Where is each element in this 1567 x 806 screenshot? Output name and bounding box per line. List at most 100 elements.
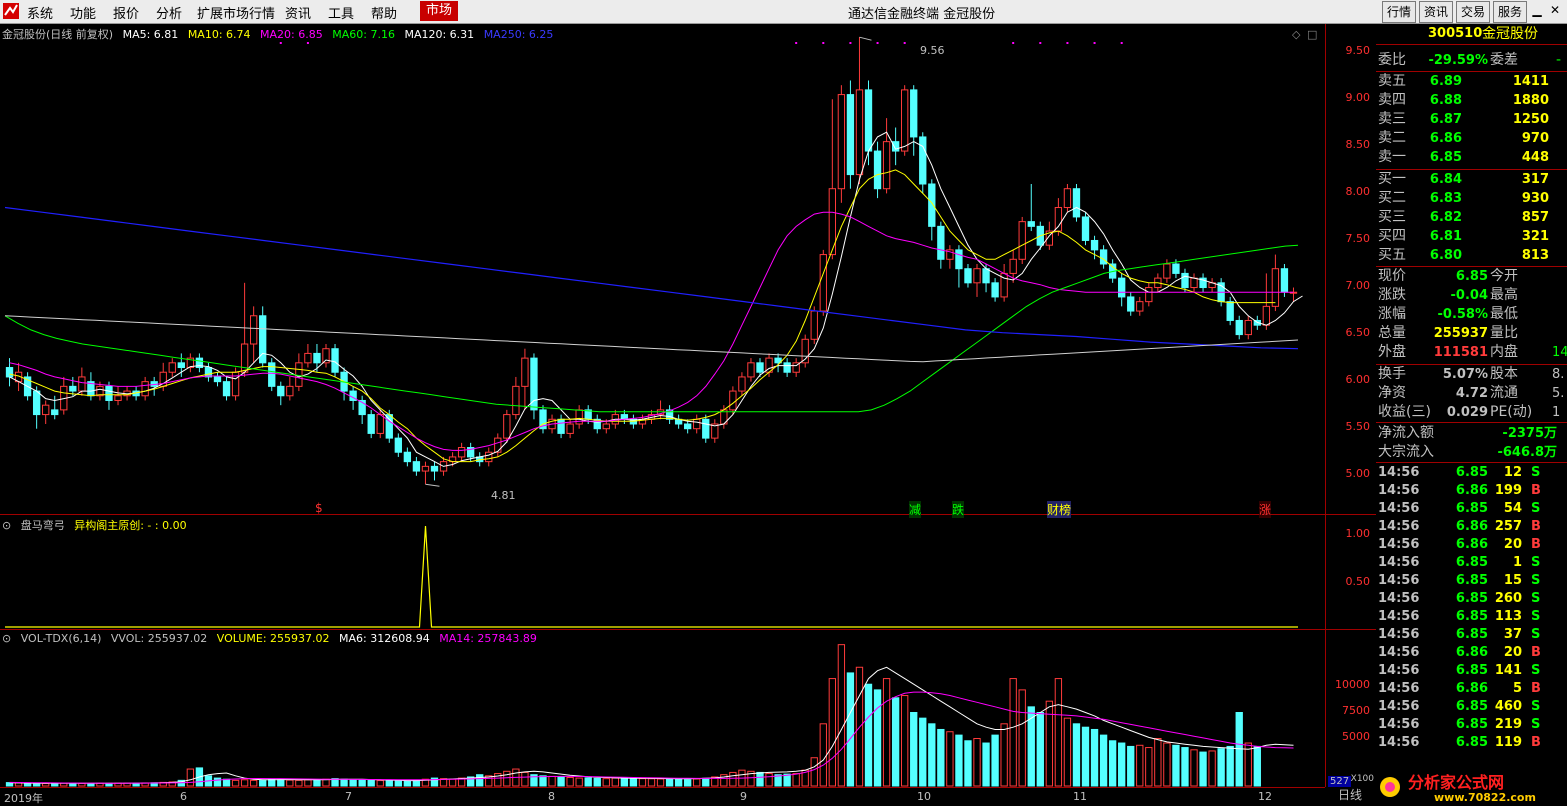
tick-price: 6.86 <box>1455 645 1488 660</box>
bid-row[interactable]: 买二 6.83 930 <box>1376 189 1567 208</box>
candle-body <box>421 465 430 472</box>
ask-row[interactable]: 卖四 6.88 1880 <box>1376 91 1567 110</box>
menu-news[interactable]: 资讯 <box>285 3 311 22</box>
menu-system[interactable]: 系统 <box>27 3 53 22</box>
menu-function[interactable]: 功能 <box>70 3 96 22</box>
tick-row: 14:56 6.85 260 S <box>1376 590 1567 608</box>
volume-indicator-name[interactable]: VOL-TDX(6,14) <box>21 632 102 645</box>
bid-row[interactable]: 买三 6.82 857 <box>1376 208 1567 227</box>
ask-label: 卖五 <box>1378 73 1406 89</box>
maximize-chart-icon[interactable]: ◇ <box>1292 28 1300 41</box>
bid-label: 买五 <box>1378 247 1406 263</box>
volume-bar <box>503 770 511 787</box>
blockflow-value: -646.8万 <box>1497 445 1557 460</box>
tick-list[interactable]: 14:56 6.85 12 S 14:56 6.86 199 B 14:56 6.85 54 S 14:… <box>1376 464 1567 769</box>
btn-trade[interactable]: 交易 <box>1456 1 1491 23</box>
indicator-tick: 1.00 <box>1345 527 1371 540</box>
candle-body <box>304 352 312 364</box>
candle-body <box>69 385 77 392</box>
menu-market[interactable]: 市场 <box>420 1 459 21</box>
bid-row[interactable]: 买四 6.81 321 <box>1376 227 1567 246</box>
volume-bar <box>213 777 222 787</box>
price-tick: 6.00 <box>1345 373 1371 386</box>
ask-row[interactable]: 卖二 6.86 970 <box>1376 129 1567 148</box>
stat-value: 5.07% <box>1442 367 1488 382</box>
period-tab-daily[interactable]: 日线 <box>1325 787 1375 804</box>
vol-ma6-label: MA6: 312608.94 <box>339 632 430 645</box>
ask-row[interactable]: 卖五 6.89 1411 <box>1376 72 1567 91</box>
candle-body <box>1018 221 1026 260</box>
stock-period-label: 金冠股份(日线 前复权) <box>2 28 114 41</box>
btn-quote[interactable]: 行情 <box>1382 1 1417 23</box>
kline-chart[interactable] <box>0 24 1325 787</box>
menu-quote[interactable]: 报价 <box>113 3 139 22</box>
indicator-name[interactable]: 盘马弯弓 <box>21 519 65 532</box>
pane-divider[interactable] <box>0 514 1325 515</box>
date-axis[interactable]: 2019年 6 7 8 9 10 11 12 <box>0 787 1325 805</box>
volume-bar <box>946 731 954 787</box>
candle-body <box>367 414 375 434</box>
tick-side: B <box>1531 519 1541 534</box>
ma250-label: MA250: 6.25 <box>483 28 554 41</box>
candle-body <box>1280 268 1289 293</box>
ask-row[interactable]: 卖三 6.87 1250 <box>1376 110 1567 129</box>
event-label-fall[interactable]: 跌 <box>952 501 965 518</box>
tick-price: 6.85 <box>1455 573 1488 588</box>
candle-body <box>557 418 565 434</box>
menu-tools[interactable]: 工具 <box>328 3 354 22</box>
volume-bar <box>349 779 357 787</box>
price-axis[interactable]: 9.50 9.00 8.50 8.00 7.50 7.00 6.50 6.00 … <box>1325 24 1376 787</box>
menu-help[interactable]: 帮助 <box>371 3 397 22</box>
stat-label-2: 量比 <box>1490 325 1518 341</box>
volume-bar <box>629 778 638 787</box>
candle-body <box>1127 296 1135 312</box>
menu-extended-market[interactable]: 扩展市场行情 <box>197 3 275 22</box>
tick-row: 14:56 6.85 219 S <box>1376 716 1567 734</box>
ask-price: 6.87 <box>1429 112 1462 127</box>
tick-volume: 12 <box>1503 465 1522 480</box>
volume-bar <box>1136 744 1144 787</box>
event-label-dollar[interactable]: $ <box>315 501 323 515</box>
volume-dropdown-icon[interactable]: ⊙ <box>2 632 11 645</box>
bid-row[interactable]: 买一 6.84 317 <box>1376 170 1567 189</box>
signal-dot <box>903 42 906 44</box>
event-label-rise[interactable]: 涨 <box>1259 501 1272 518</box>
indicator-dropdown-icon[interactable]: ⊙ <box>2 519 11 532</box>
bid-label: 买二 <box>1378 190 1406 206</box>
btn-service[interactable]: 服务 <box>1493 1 1528 23</box>
volume-bar <box>1018 689 1026 787</box>
volume-bar <box>322 778 330 787</box>
chart-area[interactable]: 金冠股份(日线 前复权) MA5: 6.81 MA10: 6.74 MA20: … <box>0 24 1325 804</box>
volume-bar <box>837 644 846 787</box>
candle-body <box>1235 319 1243 336</box>
ask-label: 卖一 <box>1378 149 1406 165</box>
event-label-finance[interactable]: 财榜 <box>1047 501 1072 518</box>
volume-bar <box>702 777 710 787</box>
candle-body <box>937 225 945 260</box>
bid-row[interactable]: 买五 6.80 813 <box>1376 246 1567 265</box>
ask-row[interactable]: 卖一 6.85 448 <box>1376 148 1567 167</box>
bid-volume: 930 <box>1521 191 1549 206</box>
bid-label: 买一 <box>1378 171 1406 187</box>
volume-bar <box>638 778 647 787</box>
close-chart-icon[interactable]: □ <box>1307 28 1317 41</box>
event-label-reduce[interactable]: 减 <box>909 501 922 518</box>
volume-bar <box>1154 738 1162 787</box>
volume-bar <box>882 678 891 787</box>
bid-price: 6.83 <box>1429 191 1462 206</box>
candle-body <box>430 465 439 472</box>
btn-news[interactable]: 资讯 <box>1419 1 1454 23</box>
tick-price: 6.85 <box>1455 591 1488 606</box>
pane-divider-2[interactable] <box>0 629 1325 630</box>
volume-bar <box>973 738 981 787</box>
menu-analysis[interactable]: 分析 <box>156 3 182 22</box>
volume-bar <box>1127 745 1135 787</box>
minimize-icon[interactable]: ▁ <box>1530 3 1544 17</box>
ask-volume: 1250 <box>1512 112 1549 127</box>
volume-bar <box>792 773 800 787</box>
close-icon[interactable]: ✕ <box>1548 3 1562 17</box>
tick-price: 6.85 <box>1455 501 1488 516</box>
bid-label: 买三 <box>1378 209 1406 225</box>
tick-time: 14:56 <box>1378 627 1420 642</box>
candle-body <box>1163 263 1171 279</box>
